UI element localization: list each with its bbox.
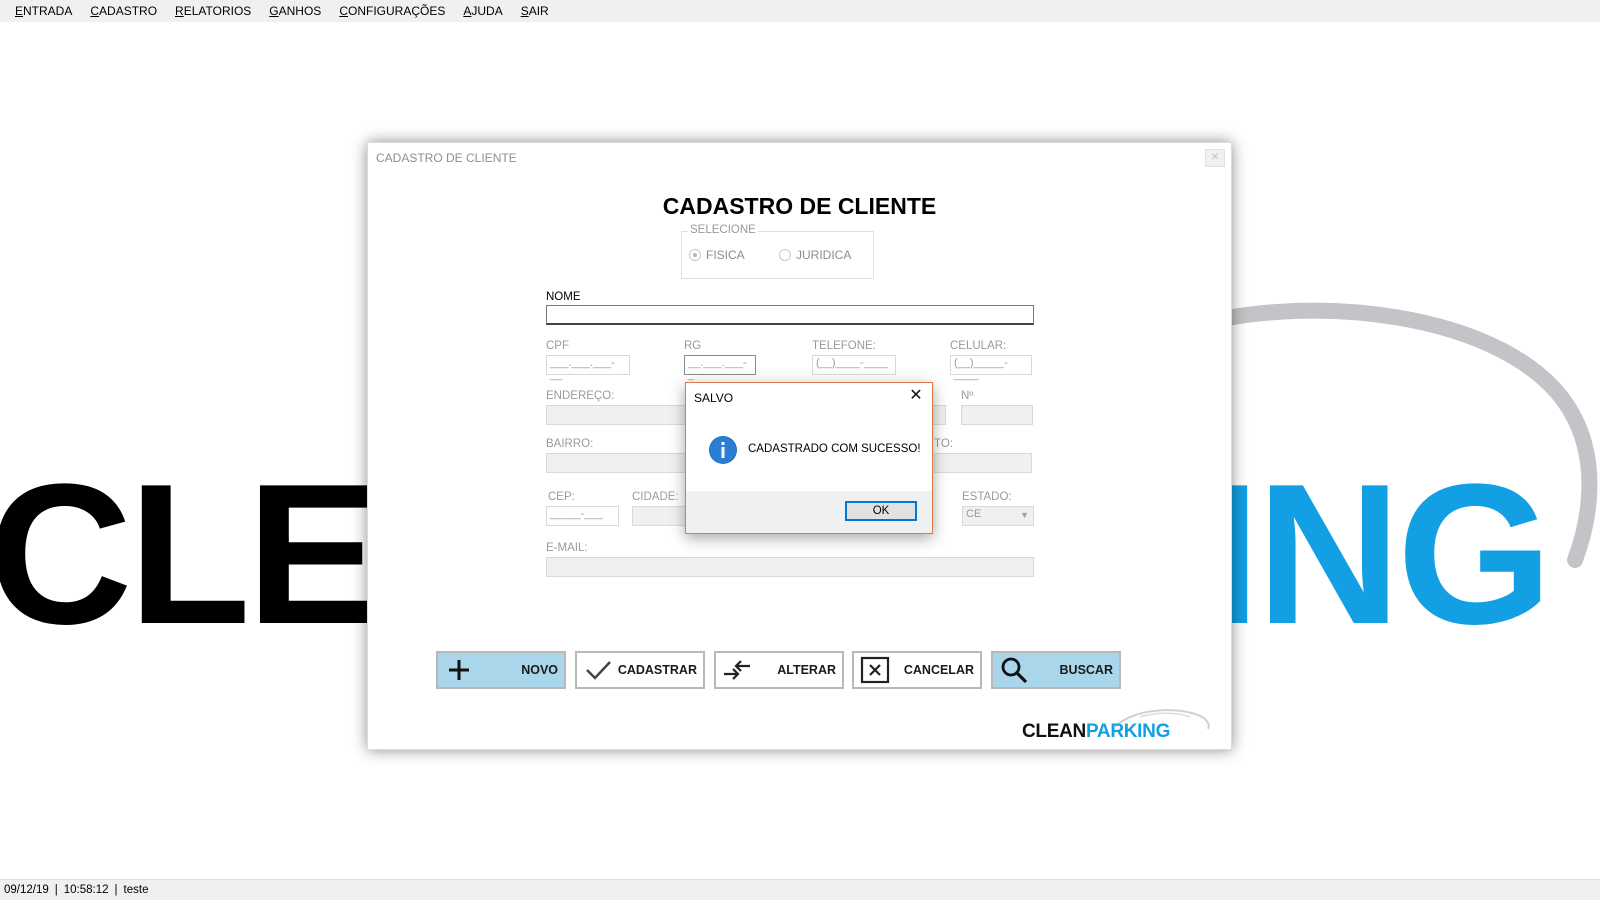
- novo-button[interactable]: NOVO: [436, 651, 566, 689]
- swap-arrows-icon: [722, 655, 752, 685]
- celular-input[interactable]: (__)_____-____: [950, 355, 1032, 381]
- radio-juridica-label: JURIDICA: [796, 248, 852, 262]
- ok-button[interactable]: OK: [845, 501, 917, 521]
- chevron-down-icon: ▼: [1020, 510, 1029, 520]
- radio-juridica-dot: [779, 249, 791, 261]
- label-cidade: CIDADE:: [632, 491, 679, 503]
- status-separator: |: [114, 884, 118, 896]
- menu-ganhos[interactable]: GANHOS: [260, 0, 330, 22]
- cadastrar-button[interactable]: CADASTRAR: [575, 651, 705, 689]
- background-logo-text-left: CLE: [0, 443, 380, 666]
- menu-cadastro[interactable]: CADASTRO: [81, 0, 166, 22]
- label-cep: CEP:: [548, 491, 575, 503]
- label-celular: CELULAR:: [950, 340, 1007, 352]
- label-endereco: ENDEREÇO:: [546, 390, 615, 402]
- complemento-input[interactable]: [934, 453, 1032, 473]
- status-user: teste: [123, 884, 149, 896]
- novo-button-label: NOVO: [521, 663, 558, 677]
- menu-relatorios[interactable]: RELATORIOS: [166, 0, 260, 22]
- email-input[interactable]: [546, 557, 1034, 577]
- checkmark-icon: [583, 655, 613, 685]
- status-date: 09/12/19: [4, 884, 49, 896]
- person-type-group: SELECIONE FISICA JURIDICA: [681, 224, 874, 279]
- radio-fisica-dot: [689, 249, 701, 261]
- clean-parking-logo: CLEANPARKING: [1020, 703, 1220, 743]
- label-numero: Nº: [961, 390, 974, 402]
- buscar-button-label: BUSCAR: [1059, 663, 1113, 677]
- buscar-button[interactable]: BUSCAR: [991, 651, 1121, 689]
- label-complemento: TO:: [934, 438, 953, 450]
- status-bar: 09/12/19 | 10:58:12 | teste: [0, 879, 1600, 900]
- status-time: 10:58:12: [63, 884, 109, 896]
- alterar-button-label: ALTERAR: [777, 663, 836, 677]
- alterar-button[interactable]: ALTERAR: [714, 651, 844, 689]
- cadastrar-button-label: CADASTRAR: [617, 663, 697, 677]
- search-icon: [999, 655, 1029, 685]
- cancel-box-icon: [860, 655, 890, 685]
- estado-select[interactable]: CE ▼: [962, 506, 1034, 526]
- radio-fisica-label: FISICA: [706, 248, 745, 262]
- label-email: E-MAIL:: [546, 542, 588, 554]
- label-telefone: TELEFONE:: [812, 340, 876, 352]
- background-logo-text-right: ING: [1205, 443, 1553, 666]
- numero-input[interactable]: [961, 405, 1033, 425]
- window-title: CADASTRO DE CLIENTE: [376, 151, 517, 165]
- nome-input[interactable]: [546, 305, 1034, 325]
- cancelar-button[interactable]: CANCELAR: [852, 651, 982, 689]
- cpf-input[interactable]: ___.___.___-__: [546, 355, 630, 381]
- label-rg: RG: [684, 340, 702, 352]
- menu-configuracoes[interactable]: CONFIGURAÇÕES: [330, 0, 454, 22]
- dialog-title: SALVO: [694, 391, 734, 405]
- label-cpf: CPF: [546, 340, 569, 352]
- cep-input[interactable]: _____-___: [546, 506, 619, 526]
- cancelar-button-label: CANCELAR: [903, 663, 974, 677]
- menu-sair[interactable]: SAIR: [512, 0, 558, 22]
- label-nome: NOME: [546, 291, 581, 303]
- dialog-footer: OK: [686, 491, 932, 533]
- close-icon: ✕: [909, 387, 923, 404]
- person-type-legend: SELECIONE: [688, 224, 758, 236]
- page-title: CADASTRO DE CLIENTE: [662, 193, 937, 219]
- success-dialog: SALVO ✕ CADASTRADO COM SUCESSO! OK: [685, 382, 933, 534]
- dialog-message: CADASTRADO COM SUCESSO!: [748, 443, 921, 455]
- label-bairro: BAIRRO:: [546, 438, 594, 450]
- plus-icon: [444, 655, 474, 685]
- radio-juridica[interactable]: JURIDICA: [779, 248, 851, 262]
- menu-bar: ENTRADA CADASTRO RELATORIOS GANHOS CONFI…: [0, 0, 1600, 22]
- telefone-input[interactable]: (__)____-____: [812, 355, 896, 375]
- rg-input[interactable]: __.___.___-_: [684, 355, 756, 381]
- window-close-button[interactable]: ✕: [1205, 149, 1225, 167]
- menu-entrada[interactable]: ENTRADA: [6, 0, 81, 22]
- status-separator: |: [54, 884, 58, 896]
- label-estado: ESTADO:: [962, 491, 1012, 503]
- dialog-close-button[interactable]: ✕: [906, 387, 926, 407]
- menu-ajuda[interactable]: AJUDA: [454, 0, 511, 22]
- info-icon: [709, 436, 737, 464]
- estado-value: CE: [966, 508, 982, 520]
- radio-fisica[interactable]: FISICA: [689, 248, 745, 262]
- close-icon: ✕: [1210, 152, 1220, 163]
